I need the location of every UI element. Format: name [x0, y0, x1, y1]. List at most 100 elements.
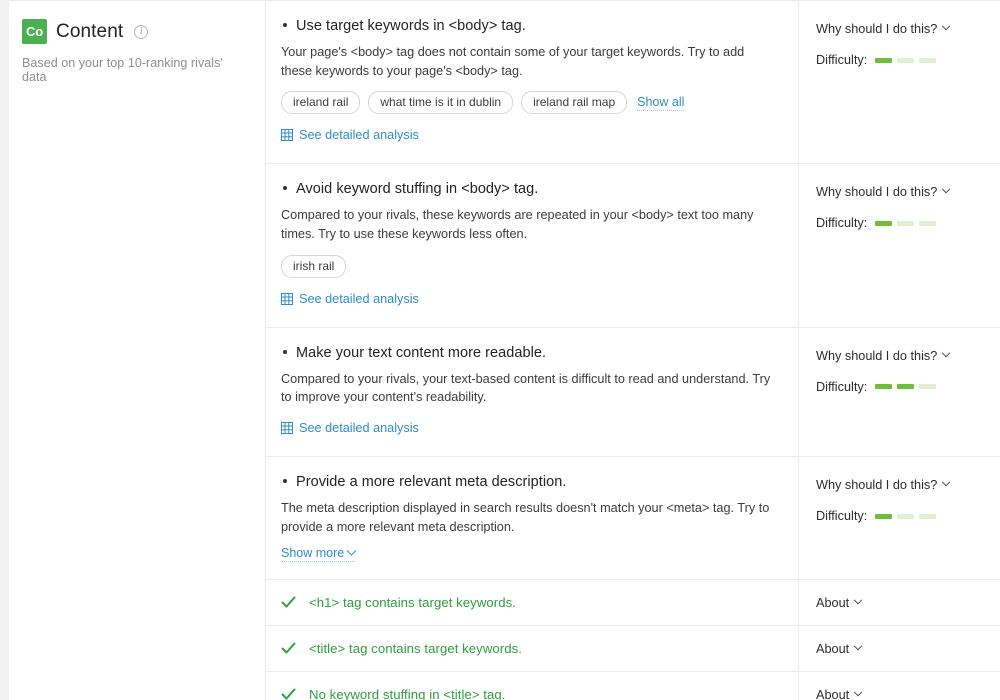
keyword-pill: ireland rail — [281, 91, 360, 114]
difficulty-bar — [919, 514, 936, 519]
difficulty-bars — [875, 514, 936, 519]
issue-row: Avoid keyword stuffing in <body> tag. Co… — [266, 164, 1000, 327]
difficulty-label: Difficulty: — [816, 380, 867, 394]
issue-heading: Use target keywords in <body> tag. — [281, 18, 776, 34]
chevron-down-icon — [854, 688, 862, 696]
why-should-i-do-this-link[interactable]: Why should I do this? — [816, 478, 949, 492]
content-module-badge: Co — [22, 19, 47, 44]
passed-check-meta: About — [798, 672, 1000, 700]
keyword-pill: irish rail — [281, 255, 346, 278]
passed-check-content: No keyword stuffing in <title> tag. — [266, 672, 798, 700]
passed-check-content: <h1> tag contains target keywords. — [266, 580, 798, 625]
issue-heading: Avoid keyword stuffing in <body> tag. — [281, 181, 776, 197]
chevron-down-icon — [854, 596, 862, 604]
about-link[interactable]: About — [816, 642, 861, 656]
chevron-down-icon — [942, 478, 950, 486]
difficulty-bar — [897, 514, 914, 519]
bullet-icon — [283, 479, 287, 483]
check-icon — [281, 641, 296, 656]
issue-description: The meta description displayed in search… — [281, 499, 776, 536]
panel-card: Co Content i Based on your top 10-rankin… — [9, 0, 1000, 700]
difficulty-bar — [897, 58, 914, 63]
about-label: About — [816, 642, 849, 656]
issue-meta: Why should I do this? Difficulty: — [798, 1, 1000, 163]
passed-check-row: <title> tag contains target keywords. Ab… — [266, 626, 1000, 672]
difficulty-bar — [919, 221, 936, 226]
see-detailed-analysis-link[interactable]: See detailed analysis — [281, 421, 419, 435]
analysis-link-label: See detailed analysis — [299, 421, 419, 435]
show-more-label: Show more — [281, 546, 344, 560]
issue-content: Use target keywords in <body> tag. Your … — [266, 1, 798, 163]
issues-list: Use target keywords in <body> tag. Your … — [266, 1, 1000, 700]
issue-content: Make your text content more readable. Co… — [266, 328, 798, 456]
analysis-link-label: See detailed analysis — [299, 128, 419, 142]
about-label: About — [816, 688, 849, 700]
why-label: Why should I do this? — [816, 349, 937, 363]
why-should-i-do-this-link[interactable]: Why should I do this? — [816, 185, 949, 199]
bullet-icon — [283, 350, 287, 354]
about-link[interactable]: About — [816, 596, 861, 610]
show-all-keywords-link[interactable]: Show all — [637, 95, 684, 111]
info-icon[interactable]: i — [134, 25, 148, 39]
issue-row: Make your text content more readable. Co… — [266, 328, 1000, 457]
module-sidebar: Co Content i Based on your top 10-rankin… — [9, 1, 266, 700]
difficulty-indicator: Difficulty: — [816, 380, 1000, 394]
difficulty-bar — [919, 384, 936, 389]
keyword-pill: ireland rail map — [521, 91, 627, 114]
module-subtitle: Based on your top 10-ranking rivals' dat… — [22, 56, 245, 84]
show-more-link[interactable]: Show more — [281, 546, 355, 562]
chevron-down-icon — [347, 546, 357, 556]
issue-meta: Why should I do this? Difficulty: — [798, 164, 1000, 326]
passed-check-row: No keyword stuffing in <title> tag. Abou… — [266, 672, 1000, 700]
difficulty-bar — [919, 58, 936, 63]
passed-check-meta: About — [798, 580, 1000, 625]
check-icon — [281, 687, 296, 700]
difficulty-bar — [875, 384, 892, 389]
issue-row: Use target keywords in <body> tag. Your … — [266, 1, 1000, 164]
bullet-icon — [283, 186, 287, 190]
analysis-link-label: See detailed analysis — [299, 292, 419, 306]
why-should-i-do-this-link[interactable]: Why should I do this? — [816, 349, 949, 363]
bullet-icon — [283, 23, 287, 27]
see-detailed-analysis-link[interactable]: See detailed analysis — [281, 128, 419, 142]
issue-row: Provide a more relevant meta description… — [266, 457, 1000, 580]
issue-description: Compared to your rivals, these keywords … — [281, 206, 776, 243]
check-icon — [281, 595, 296, 610]
issue-heading: Provide a more relevant meta description… — [281, 474, 776, 490]
keyword-pill-row: ireland rail what time is it in dublin i… — [281, 91, 776, 114]
issue-meta: Why should I do this? Difficulty: — [798, 328, 1000, 456]
why-label: Why should I do this? — [816, 22, 937, 36]
difficulty-bar — [875, 221, 892, 226]
issue-description: Your page's <body> tag does not contain … — [281, 43, 776, 80]
see-detailed-analysis-link[interactable]: See detailed analysis — [281, 292, 419, 306]
keyword-pill-row: irish rail — [281, 255, 776, 278]
content-audit-panel: Co Content i Based on your top 10-rankin… — [0, 0, 1000, 700]
chevron-down-icon — [942, 22, 950, 30]
issue-content: Avoid keyword stuffing in <body> tag. Co… — [266, 164, 798, 326]
why-label: Why should I do this? — [816, 185, 937, 199]
issue-description: Compared to your rivals, your text-based… — [281, 370, 776, 407]
passed-check-text: No keyword stuffing in <title> tag. — [309, 687, 506, 700]
difficulty-bar — [897, 384, 914, 389]
difficulty-label: Difficulty: — [816, 216, 867, 230]
table-icon — [281, 422, 293, 434]
difficulty-bar — [897, 221, 914, 226]
why-should-i-do-this-link[interactable]: Why should I do this? — [816, 22, 949, 36]
passed-check-content: <title> tag contains target keywords. — [266, 626, 798, 671]
issue-meta: Why should I do this? Difficulty: — [798, 457, 1000, 579]
table-icon — [281, 293, 293, 305]
difficulty-indicator: Difficulty: — [816, 53, 1000, 67]
issue-title: Use target keywords in <body> tag. — [296, 18, 526, 34]
difficulty-bar — [875, 514, 892, 519]
difficulty-bars — [875, 221, 936, 226]
issue-title: Avoid keyword stuffing in <body> tag. — [296, 181, 538, 197]
passed-check-text: <h1> tag contains target keywords. — [309, 595, 516, 610]
passed-check-text: <title> tag contains target keywords. — [309, 641, 522, 656]
why-label: Why should I do this? — [816, 478, 937, 492]
keyword-pill: what time is it in dublin — [368, 91, 513, 114]
difficulty-indicator: Difficulty: — [816, 509, 1000, 523]
chevron-down-icon — [854, 642, 862, 650]
passed-check-row: <h1> tag contains target keywords. About — [266, 580, 1000, 626]
about-link[interactable]: About — [816, 688, 861, 700]
about-label: About — [816, 596, 849, 610]
